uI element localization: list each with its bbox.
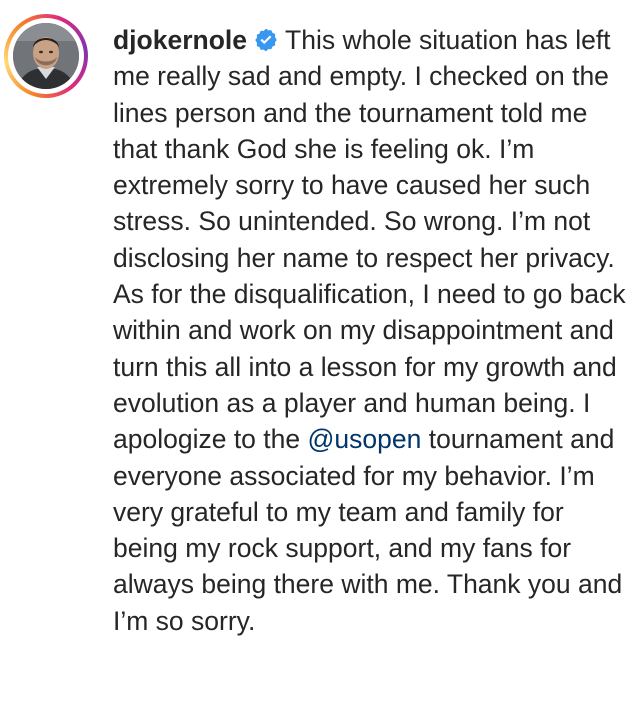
caption-text-end: tournament and everyone associated for m… [113,424,623,636]
post-caption: djokernole This whole situation has left … [113,22,628,639]
profile-photo-icon [13,23,79,89]
instagram-caption-post: djokernole This whole situation has left … [0,0,640,728]
username-link[interactable]: djokernole [113,25,247,55]
caption-text-start: This whole situation has left me really … [113,25,626,455]
avatar[interactable] [13,23,79,89]
story-ring[interactable] [4,14,88,98]
verified-badge-icon [253,26,279,52]
mention-link-usopen[interactable]: @usopen [308,424,422,454]
